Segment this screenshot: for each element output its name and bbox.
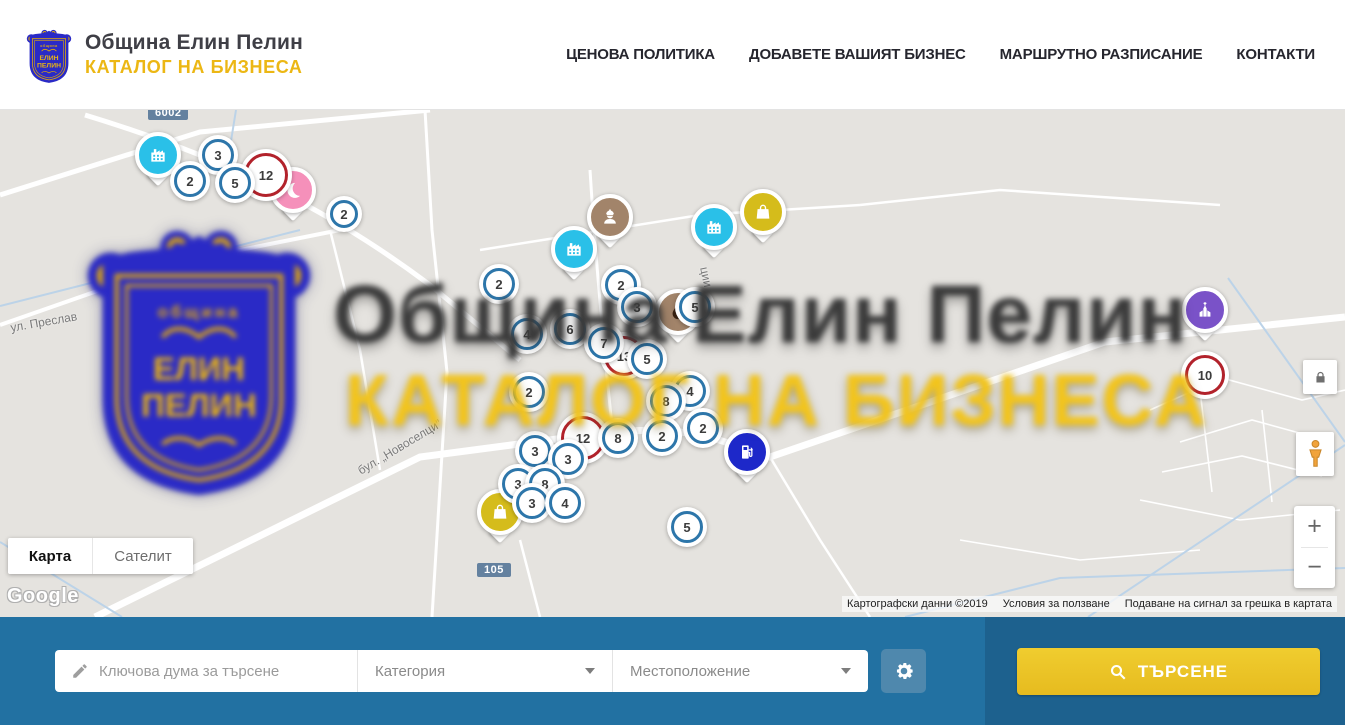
cluster-marker[interactable]: 2 bbox=[326, 196, 362, 232]
factory-icon bbox=[691, 204, 737, 250]
street-view-pegman-button[interactable] bbox=[1296, 432, 1334, 476]
nav-contacts[interactable]: КОНТАКТИ bbox=[1236, 46, 1315, 63]
gear-icon bbox=[893, 660, 915, 682]
watermark-title: Община Елин Пелин bbox=[333, 268, 1188, 362]
bag-pin[interactable] bbox=[740, 189, 786, 235]
zoom-control: + − bbox=[1294, 506, 1335, 588]
factory-pin[interactable] bbox=[551, 226, 597, 272]
municipality-logo: община ЕЛИН ПЕЛИН bbox=[26, 26, 72, 84]
site-subtitle: КАТАЛОГ НА БИЗНЕСА bbox=[85, 57, 303, 78]
church-icon bbox=[1182, 287, 1228, 333]
map-type-map-button[interactable]: Карта bbox=[8, 538, 92, 574]
cluster-count: 3 bbox=[564, 452, 571, 467]
google-logo[interactable]: Google bbox=[7, 585, 79, 608]
advanced-search-button[interactable] bbox=[881, 649, 926, 693]
chevron-down-icon bbox=[841, 668, 851, 674]
svg-text:ПЕЛИН: ПЕЛИН bbox=[141, 386, 256, 423]
site-title: Община Елин Пелин bbox=[85, 31, 303, 55]
location-select[interactable]: Местоположение bbox=[612, 650, 868, 692]
zoom-in-button[interactable]: + bbox=[1294, 506, 1335, 547]
map-data-attribution: Картографски данни ©2019 bbox=[847, 598, 988, 610]
map-type-control: Карта Сателит bbox=[8, 538, 193, 574]
pegman-icon bbox=[1307, 439, 1324, 469]
main-nav: ЦЕНОВА ПОЛИТИКА ДОБАВЕТЕ ВАШИЯТ БИЗНЕС МАР… bbox=[566, 46, 1319, 63]
cluster-count: 5 bbox=[231, 176, 238, 191]
cluster-count: 3 bbox=[531, 444, 538, 459]
nav-add-business[interactable]: ДОБАВЕТЕ ВАШИЯТ БИЗНЕС bbox=[749, 46, 966, 63]
cluster-count: 5 bbox=[683, 520, 690, 535]
pencil-icon bbox=[71, 662, 89, 680]
lock-button[interactable] bbox=[1303, 360, 1337, 394]
svg-text:ЕЛИН: ЕЛИН bbox=[153, 350, 245, 387]
attribution-link[interactable]: Условия за ползване bbox=[1003, 598, 1110, 610]
svg-text:община: община bbox=[158, 302, 241, 321]
keyword-input[interactable] bbox=[99, 663, 357, 680]
svg-text:ПЕЛИН: ПЕЛИН bbox=[37, 62, 61, 69]
cluster-count: 4 bbox=[561, 496, 568, 511]
search-fields: Категория Местоположение bbox=[55, 650, 868, 692]
cluster-marker[interactable]: 4 bbox=[545, 483, 585, 523]
cluster-count: 2 bbox=[186, 174, 193, 189]
map-attribution: Картографски данни ©2019 Условия за ползв… bbox=[842, 596, 1337, 612]
search-button-panel: ТЪРСЕНЕ bbox=[985, 617, 1345, 725]
location-select-label: Местоположение bbox=[630, 663, 750, 680]
category-select[interactable]: Категория bbox=[357, 650, 612, 692]
cluster-count: 12 bbox=[259, 168, 273, 183]
zoom-out-button[interactable]: − bbox=[1294, 548, 1335, 589]
cluster-count: 3 bbox=[528, 496, 535, 511]
search-bar: ТЪРСЕНЕ Категория Местоположение bbox=[0, 617, 1345, 725]
svg-text:ЕЛИН: ЕЛИН bbox=[39, 54, 58, 61]
search-icon bbox=[1109, 663, 1127, 681]
watermark-logo: община ЕЛИН ПЕЛИН bbox=[85, 213, 313, 500]
search-button[interactable]: ТЪРСЕНЕ bbox=[1017, 648, 1320, 695]
cluster-count: 3 bbox=[214, 148, 221, 163]
cluster-marker[interactable]: 5 bbox=[667, 507, 707, 547]
brand-text: Община Елин Пелин КАТАЛОГ НА БИЗНЕСА bbox=[85, 31, 303, 78]
category-select-label: Категория bbox=[375, 663, 445, 680]
church-pin[interactable] bbox=[1182, 287, 1228, 333]
factory-pin[interactable] bbox=[691, 204, 737, 250]
chevron-down-icon bbox=[585, 668, 595, 674]
cluster-marker[interactable]: 2 bbox=[170, 161, 210, 201]
lock-icon bbox=[1313, 370, 1328, 385]
search-button-label: ТЪРСЕНЕ bbox=[1138, 662, 1228, 682]
nav-route-schedule[interactable]: МАРШРУТНО РАЗПИСАНИЕ bbox=[1000, 46, 1203, 63]
nav-pricing[interactable]: ЦЕНОВА ПОЛИТИКА bbox=[566, 46, 715, 63]
attribution-link[interactable]: Подаване на сигнал за грешка в картата bbox=[1125, 598, 1332, 610]
cluster-count: 2 bbox=[340, 207, 347, 222]
map[interactable]: 6002105ул. Преславбул. „Новоселци”ции 32… bbox=[0, 110, 1345, 617]
bag-icon bbox=[740, 189, 786, 235]
keyword-field[interactable] bbox=[55, 650, 357, 692]
factory-icon bbox=[551, 226, 597, 272]
cluster-marker[interactable]: 5 bbox=[215, 163, 255, 203]
svg-text:община: община bbox=[40, 44, 58, 48]
brand[interactable]: община ЕЛИН ПЕЛИН Община Елин Пелин КАТА… bbox=[26, 26, 303, 84]
site-header: община ЕЛИН ПЕЛИН Община Елин Пелин КАТА… bbox=[0, 0, 1345, 110]
watermark-subtitle: КАТАЛОГ НА БИЗНЕСА bbox=[345, 360, 1208, 442]
map-type-satellite-button[interactable]: Сателит bbox=[92, 538, 193, 574]
page: община ЕЛИН ПЕЛИН Община Елин Пелин КАТА… bbox=[0, 0, 1345, 725]
